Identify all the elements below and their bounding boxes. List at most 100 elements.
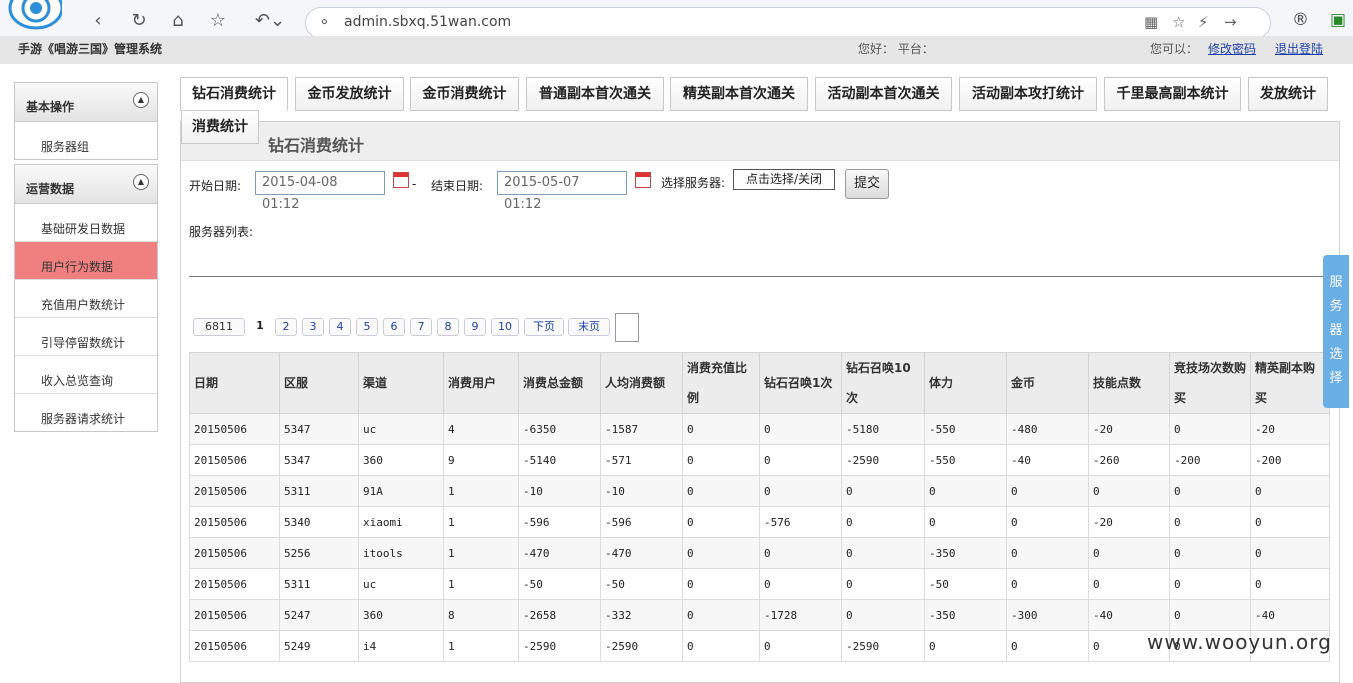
tab-gold-consumption[interactable]: 金币消费统计	[410, 77, 519, 111]
table-cell: 0	[1006, 630, 1089, 662]
page-3[interactable]: 3	[302, 318, 324, 336]
table-cell: 20150506	[189, 444, 280, 476]
table-cell: 0	[1006, 568, 1089, 600]
app-header: 手游《唱游三国》管理系统 您好： 平台： 您可以： 修改密码 退出登陆	[0, 36, 1353, 64]
site-info-icon[interactable]: ⚬	[318, 13, 331, 31]
table-cell: 5340	[279, 506, 359, 538]
tab-event-dungeon-attack[interactable]: 活动副本攻打统计	[959, 77, 1097, 111]
table-cell: 0	[1250, 506, 1330, 538]
table-cell: 0	[1250, 568, 1330, 600]
qr-code-icon[interactable]: ▦	[1144, 13, 1158, 31]
table-cell: 0	[841, 537, 925, 569]
start-date-input[interactable]: 2015-04-08 01:12	[255, 171, 385, 212]
column-header: 区服	[279, 352, 359, 414]
tab-gold-issue[interactable]: 金币发放统计	[295, 77, 404, 111]
bookmark-star-icon[interactable]: ☆	[1172, 13, 1185, 31]
sidebar-item-label: 充值用户数统计	[41, 298, 126, 312]
lightning-icon[interactable]: ⚡	[1198, 13, 1209, 31]
table-cell: 20150506	[189, 599, 280, 631]
home-icon[interactable]: ⌂	[167, 10, 189, 32]
table-cell: -550	[924, 413, 1007, 445]
sidebar-item-server-group[interactable]: 服务器组	[15, 122, 157, 159]
end-date-input[interactable]: 2015-05-07 01:12	[497, 171, 627, 212]
sidebar-item-label: 服务器请求统计	[41, 412, 126, 426]
extensions-icon[interactable]: ▣	[1330, 10, 1346, 30]
page-5[interactable]: 5	[356, 318, 378, 336]
user-account-icon[interactable]: ®	[1292, 10, 1309, 30]
page-8[interactable]: 8	[437, 318, 459, 336]
table-cell: -596	[518, 506, 601, 538]
table-cell: -332	[600, 599, 683, 631]
page-9[interactable]: 9	[464, 318, 486, 336]
table-cell: 0	[841, 506, 925, 538]
sidebar-item-recharge-users[interactable]: 充值用户数统计	[15, 280, 157, 318]
submit-button[interactable]: 提交	[845, 169, 889, 199]
next-page-link[interactable]: 下页	[524, 318, 564, 336]
sidebar-group-header[interactable]: 运营数据 ▲	[15, 165, 157, 204]
table-cell: 5347	[279, 444, 359, 476]
table-cell: -1587	[600, 413, 683, 445]
table-cell: 0	[1250, 475, 1330, 507]
table-cell: 0	[1088, 475, 1170, 507]
table-cell: 0	[1088, 568, 1170, 600]
table-cell: 20150506	[189, 630, 280, 662]
calendar-icon[interactable]	[393, 172, 409, 188]
table-row: 20150506 5247 360 8 -2658 -332 0 -1728 0 -350 -300…	[189, 599, 1330, 631]
sidebar-item-daily-data[interactable]: 基础研发日数据	[15, 204, 157, 242]
table-cell: 0	[759, 568, 842, 600]
tab-diamond-consumption[interactable]: 钻石消费统计	[180, 77, 288, 111]
last-page-link[interactable]: 末页	[568, 318, 610, 336]
address-url: admin.sbxq.51wan.com	[344, 14, 512, 30]
sidebar-item-server-requests[interactable]: 服务器请求统计	[15, 394, 157, 431]
divider	[189, 276, 1325, 277]
page-10[interactable]: 10	[491, 318, 519, 336]
tab-issue-stats[interactable]: 发放统计	[1248, 77, 1328, 111]
back-icon[interactable]: ‹	[87, 10, 109, 32]
table-cell: 8	[443, 599, 519, 631]
tab-max-dungeon[interactable]: 千里最高副本统计	[1104, 77, 1241, 111]
calendar-icon[interactable]	[635, 172, 651, 188]
table-cell: 1	[443, 537, 519, 569]
table-cell: 0	[682, 599, 760, 631]
undo-history-icon[interactable]: ↶⌄	[252, 10, 288, 32]
column-header: 消费总金额	[518, 352, 601, 414]
logout-link[interactable]: 退出登陆	[1275, 40, 1323, 57]
collapse-up-icon[interactable]: ▲	[133, 92, 149, 108]
table-cell: -50	[924, 568, 1007, 600]
toggle-server-select-button[interactable]: 点击选择/关闭	[733, 169, 835, 190]
column-header: 钻石召唤1次	[759, 352, 842, 414]
page-6[interactable]: 6	[383, 318, 405, 336]
table-cell: 0	[1250, 537, 1330, 569]
collapse-up-icon[interactable]: ▲	[133, 174, 149, 190]
column-header: 消费用户	[443, 352, 519, 414]
table-cell: 0	[759, 444, 842, 476]
address-bar[interactable]: ⚬ admin.sbxq.51wan.com ▦ ☆ ⚡ →	[305, 7, 1271, 39]
table-cell: -300	[1006, 599, 1089, 631]
sidebar-item-guide-stay[interactable]: 引导停留数统计	[15, 318, 157, 356]
go-arrow-icon[interactable]: →	[1224, 13, 1237, 31]
page-2[interactable]: 2	[275, 318, 297, 336]
actions-label: 您可以：	[1150, 42, 1199, 56]
change-password-link[interactable]: 修改密码	[1208, 40, 1256, 57]
reload-icon[interactable]: ↻	[128, 10, 150, 32]
favorite-star-icon[interactable]: ☆	[207, 10, 229, 32]
page-jump-input[interactable]	[615, 313, 639, 342]
table-cell: -20	[1250, 413, 1330, 445]
page-4[interactable]: 4	[329, 318, 351, 336]
tab-event-dungeon[interactable]: 活动副本首次通关	[815, 77, 952, 111]
sidebar-group-header[interactable]: 基本操作 ▲	[15, 83, 157, 122]
start-date-label: 开始日期:	[189, 179, 242, 193]
page-7[interactable]: 7	[410, 318, 432, 336]
tab-normal-dungeon[interactable]: 普通副本首次通关	[526, 77, 664, 111]
table-cell: 0	[1169, 599, 1251, 631]
sidebar-item-label: 收入总览查询	[41, 374, 114, 388]
sidebar-item-user-behavior[interactable]: 用户行为数据	[15, 242, 157, 280]
table-cell: -571	[600, 444, 683, 476]
server-select-float-button[interactable]: 服务器选择	[1323, 255, 1349, 408]
table-cell: -40	[1006, 444, 1089, 476]
sidebar-item-income-overview[interactable]: 收入总览查询	[15, 356, 157, 394]
column-header: 渠道	[358, 352, 444, 414]
table-cell: -2658	[518, 599, 601, 631]
tab-consumption-stats[interactable]: 消费统计	[181, 110, 259, 144]
tab-elite-dungeon[interactable]: 精英副本首次通关	[670, 77, 808, 111]
